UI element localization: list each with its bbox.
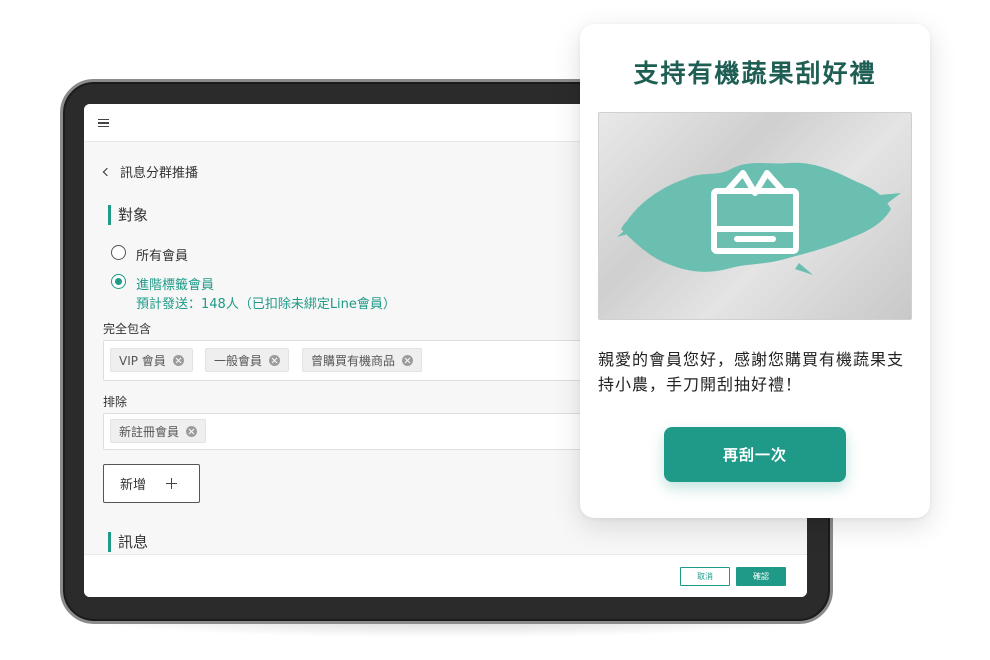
heading-accent-bar	[108, 204, 111, 225]
popup-title: 支持有機蔬果刮好禮	[633, 59, 877, 88]
remove-tag-icon[interactable]	[269, 354, 281, 366]
exclude-label: 排除	[103, 395, 128, 409]
tag-organic-buyer: 曾購買有機商品	[302, 348, 423, 372]
tag-label: 一般會員	[214, 353, 263, 368]
scratch-card-popup: 支持有機蔬果刮好禮 親愛的會員您好，感謝您購買有機蔬果支持小農，手刀開刮抽好禮！…	[580, 24, 930, 518]
radio-tagged-members[interactable]	[111, 274, 126, 289]
remove-tag-icon[interactable]	[172, 354, 184, 366]
chevron-left-icon	[102, 167, 112, 176]
scratch-again-button[interactable]: 再刮一次	[664, 427, 846, 482]
message-heading: 訊息	[108, 531, 148, 552]
heading-accent-bar	[108, 531, 111, 552]
remove-tag-icon[interactable]	[402, 354, 414, 366]
include-label: 完全包含	[103, 322, 152, 336]
add-condition-button[interactable]: 新增	[103, 464, 200, 503]
back-label: 訊息分群推播	[120, 166, 199, 181]
remove-tag-icon[interactable]	[186, 425, 198, 437]
estimate-text: 預計發送：148人（已扣除未綁定Line會員）	[136, 297, 396, 312]
audience-heading: 對象	[108, 204, 148, 225]
tag-general: 一般會員	[205, 348, 290, 372]
exclude-tag-box[interactable]: 新註冊會員	[103, 413, 623, 450]
radio-all-members-label: 所有會員	[136, 249, 189, 264]
radio-all-members[interactable]	[111, 245, 126, 260]
audience-heading-text: 對象	[118, 206, 149, 224]
form-footer: 取消 確認	[84, 554, 807, 597]
back-link[interactable]: 訊息分群推播	[102, 162, 199, 181]
scratch-area[interactable]	[598, 112, 912, 320]
plus-icon	[166, 478, 178, 489]
tag-label: VIP 會員	[119, 353, 166, 368]
tag-label: 新註冊會員	[119, 424, 180, 439]
scratch-illustration	[617, 162, 901, 275]
tag-vip: VIP 會員	[110, 348, 193, 372]
tag-label: 曾購買有機商品	[311, 353, 396, 368]
hamburger-menu-icon[interactable]	[98, 119, 109, 127]
popup-message: 親愛的會員您好，感謝您購買有機蔬果支持小農，手刀開刮抽好禮！	[598, 350, 905, 394]
add-button-label: 新增	[120, 478, 147, 493]
tag-new-member: 新註冊會員	[110, 419, 207, 443]
scratch-brush-stroke	[617, 162, 901, 275]
radio-tagged-members-label: 進階標籤會員	[136, 278, 215, 293]
cancel-button[interactable]: 取消	[680, 567, 730, 586]
confirm-button[interactable]: 確認	[736, 567, 786, 586]
include-tag-box[interactable]: VIP 會員 一般會員 曾購買有機商品	[103, 340, 623, 381]
message-heading-text: 訊息	[118, 533, 149, 551]
